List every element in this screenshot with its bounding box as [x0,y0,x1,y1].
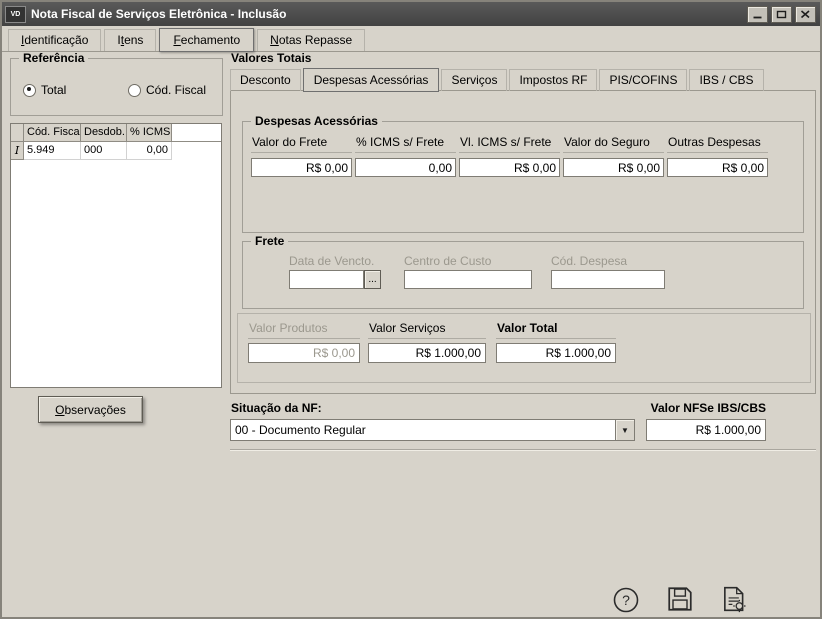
tab-identificacao[interactable]: Identificação [8,29,101,51]
date-picker-button[interactable]: ... [364,270,381,289]
save-button[interactable] [666,584,696,614]
outras-despesas-input[interactable] [667,158,768,177]
document-gear-button[interactable] [720,584,750,614]
field-icms-frete-pct: % ICMS s/ Frete [355,134,456,177]
row-edit-indicator-icon: I [11,142,24,160]
icms-frete-pct-label: % ICMS s/ Frete [355,134,456,153]
tab-notas-repasse[interactable]: Notas Repasse [257,29,365,51]
valor-nfse-input [646,419,766,441]
frete-group: Frete Data de Vencto. ... Centro de Cust… [242,241,804,309]
despesas-acessorias-group: Despesas Acessórias Valor do Frete % ICM… [242,121,804,233]
despesas-fields-row: Valor do Frete % ICMS s/ Frete Vl. ICMS … [251,134,768,177]
referencia-group-label: Referência [19,51,88,65]
situacao-nf-value: 00 - Documento Regular [231,423,615,437]
field-valor-frete: Valor do Frete [251,134,352,177]
minimize-button[interactable] [747,6,768,23]
data-vencto-field: ... [289,270,381,289]
valores-tab-bar: Desconto Despesas Acessórias Serviços Im… [230,68,766,91]
data-vencto-label: Data de Vencto. [289,254,374,268]
despesas-acessorias-group-label: Despesas Acessórias [251,114,382,128]
vl-icms-frete-label: Vl. ICMS s/ Frete [459,134,560,153]
valor-servicos-input[interactable] [368,343,486,363]
app-icon: VD [5,6,26,23]
radio-total[interactable]: Total [23,83,66,97]
vl-icms-frete-input[interactable] [459,158,560,177]
close-button[interactable] [795,6,816,23]
valores-totais-label: Valores Totais [231,51,311,65]
centro-custo-label: Centro de Custo [404,254,491,268]
maximize-icon [776,10,787,19]
valor-seguro-label: Valor do Seguro [563,134,664,153]
tab-itens[interactable]: Itens [104,29,156,51]
field-valor-produtos: Valor Produtos [248,320,360,363]
close-icon [800,10,811,19]
items-grid: Cód. Fiscal Desdob. % ICMS I 5.949 000 0… [10,123,222,388]
despesas-tab-page: Despesas Acessórias Valor do Frete % ICM… [230,90,816,394]
icms-frete-pct-input[interactable] [355,158,456,177]
tab-servicos[interactable]: Serviços [441,69,507,91]
cod-despesa-input[interactable] [551,270,665,289]
situacao-nf-label: Situação da NF: [231,401,322,415]
radio-total-label: Total [41,83,66,97]
outras-despesas-label: Outras Despesas [667,134,768,153]
app-window: VD Nota Fiscal de Serviços Eletrônica - … [0,0,822,619]
field-valor-servicos: Valor Serviços [368,320,486,363]
grid-header-desdob: Desdob. [81,124,127,142]
radio-cod-fiscal-label: Cód. Fiscal [146,83,206,97]
grid-header-cod-fiscal: Cód. Fiscal [24,124,81,142]
main-tab-bar: Identificação Itens Fechamento Notas Rep… [2,29,820,52]
radio-cod-fiscal[interactable]: Cód. Fiscal [128,83,206,97]
radio-cod-fiscal-icon [128,84,141,97]
referencia-group: Referência Total Cód. Fiscal [10,58,223,116]
grid-header-row: Cód. Fiscal Desdob. % ICMS [11,124,221,142]
save-icon [666,585,694,613]
centro-custo-input[interactable] [404,270,532,289]
valor-produtos-input [248,343,360,363]
grid-header-filler [172,124,221,142]
cell-cod-fiscal[interactable]: 5.949 [24,142,81,160]
footer-divider [230,449,816,451]
totais-panel: Valor Produtos Valor Serviços Valor Tota… [237,313,811,383]
grid-selector-header [11,124,24,142]
frete-group-label: Frete [251,234,288,248]
tab-desconto[interactable]: Desconto [230,69,301,91]
valor-nfse-label: Valor NFSe IBS/CBS [646,401,766,415]
cell-desdob[interactable]: 000 [81,142,127,160]
minimize-icon [752,10,763,19]
tab-ibs-cbs[interactable]: IBS / CBS [689,69,763,91]
maximize-button[interactable] [771,6,792,23]
valor-frete-label: Valor do Frete [251,134,352,153]
tab-fechamento[interactable]: Fechamento [159,28,254,52]
valor-frete-input[interactable] [251,158,352,177]
valor-servicos-label: Valor Serviços [368,320,486,339]
field-valor-total: Valor Total [496,320,616,363]
window-title: Nota Fiscal de Serviços Eletrônica - Inc… [31,7,742,21]
field-valor-seguro: Valor do Seguro [563,134,664,177]
field-vl-icms-frete: Vl. ICMS s/ Frete [459,134,560,177]
tab-despesas-acessorias[interactable]: Despesas Acessórias [303,68,440,92]
tab-pis-cofins[interactable]: PIS/COFINS [599,69,687,91]
table-row[interactable]: I 5.949 000 0,00 [11,142,221,160]
valor-total-label: Valor Total [496,320,616,339]
svg-text:?: ? [622,592,630,608]
valor-total-input [496,343,616,363]
cell-icms[interactable]: 0,00 [127,142,172,160]
valor-produtos-label: Valor Produtos [248,320,360,339]
observacoes-button[interactable]: Observações [38,396,143,423]
window-controls [747,6,816,23]
situacao-nf-select[interactable]: 00 - Documento Regular ▼ [230,419,635,441]
cod-despesa-label: Cód. Despesa [551,254,627,268]
tab-impostos-rf[interactable]: Impostos RF [509,69,597,91]
data-vencto-input[interactable] [289,270,364,289]
help-button[interactable]: ? [612,585,642,615]
grid-header-icms: % ICMS [127,124,172,142]
help-icon: ? [612,586,640,614]
radio-total-icon [23,84,36,97]
field-outras-despesas: Outras Despesas [667,134,768,177]
title-bar[interactable]: VD Nota Fiscal de Serviços Eletrônica - … [2,2,820,26]
valor-seguro-input[interactable] [563,158,664,177]
document-gear-icon [720,585,748,613]
dropdown-arrow-icon[interactable]: ▼ [615,420,634,440]
